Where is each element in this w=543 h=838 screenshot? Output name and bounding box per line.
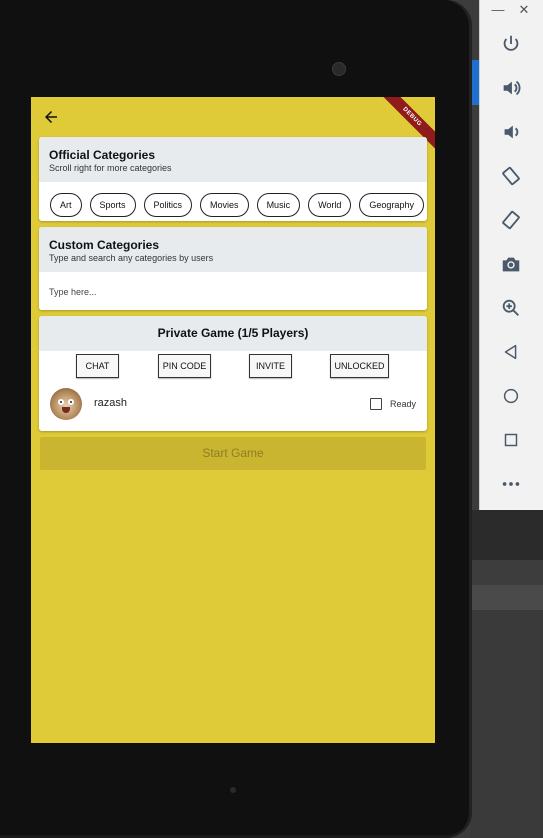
device-microphone <box>230 787 236 793</box>
rotate-left-icon <box>502 166 520 186</box>
volume-up-icon <box>503 80 521 96</box>
player-row: razash Ready <box>39 381 427 431</box>
arrow-left-icon <box>45 111 57 123</box>
more-button[interactable] <box>497 470 525 498</box>
minimize-icon[interactable]: — <box>490 2 506 17</box>
screenshot-button[interactable] <box>497 250 525 278</box>
unlocked-button[interactable]: UNLOCKED <box>330 354 389 378</box>
custom-category-search-input[interactable] <box>39 272 427 310</box>
close-icon[interactable]: ✕ <box>516 2 532 18</box>
overview-icon <box>504 433 518 447</box>
category-chip-music[interactable]: Music <box>256 193 301 217</box>
app-screen: DEBUG Official Categories Scroll right f… <box>31 97 435 743</box>
category-chip-art[interactable]: Art <box>50 193 82 217</box>
power-icon <box>503 35 519 51</box>
category-chip-world[interactable]: World <box>308 193 352 217</box>
invite-button[interactable]: INVITE <box>249 354 292 378</box>
rotate-right-button[interactable] <box>497 206 525 234</box>
pin-code-button[interactable]: PIN CODE <box>158 354 211 378</box>
back-arrow-button[interactable] <box>39 105 63 129</box>
category-chip-politics[interactable]: Politics <box>143 193 193 217</box>
camera-icon <box>502 257 520 272</box>
emulator-window: DEBUG Official Categories Scroll right f… <box>0 0 543 838</box>
overview-nav-button[interactable] <box>497 426 525 454</box>
custom-categories-header: Custom Categories Type and search any ca… <box>39 227 427 272</box>
back-icon <box>504 344 517 360</box>
power-button[interactable] <box>497 30 525 58</box>
rotate-left-button[interactable] <box>497 162 525 190</box>
host-desktop-area <box>470 510 543 560</box>
official-categories-title: Official Categories <box>49 148 156 162</box>
category-chip-movies[interactable]: Movies <box>200 193 249 217</box>
private-game-actions: CHAT PIN CODE INVITE UNLOCKED <box>39 351 427 381</box>
host-desktop-bar <box>470 560 543 585</box>
volume-down-icon <box>504 125 519 139</box>
avatar-eye <box>68 399 74 405</box>
device-frame: DEBUG Official Categories Scroll right f… <box>0 0 472 838</box>
official-categories-subtitle: Scroll right for more categories <box>49 163 172 173</box>
volume-down-button[interactable] <box>497 118 525 146</box>
chat-button[interactable]: CHAT <box>76 354 119 378</box>
category-chip-list[interactable]: Art Sports Politics Movies Music World G… <box>39 182 427 217</box>
custom-categories-card: Custom Categories Type and search any ca… <box>39 227 427 310</box>
host-desktop-area <box>470 610 543 838</box>
category-chip-geography[interactable]: Geography <box>359 193 424 217</box>
player-avatar <box>50 388 82 420</box>
zoom-icon <box>502 299 519 316</box>
private-game-card: Private Game (1/5 Players) CHAT PIN CODE… <box>39 316 427 431</box>
front-camera <box>332 62 346 76</box>
official-categories-card: Official Categories Scroll right for mor… <box>39 137 427 221</box>
more-icon <box>502 482 520 486</box>
home-nav-button[interactable] <box>497 382 525 410</box>
player-name: razash <box>94 397 128 409</box>
back-nav-button[interactable] <box>497 338 525 366</box>
custom-categories-title: Custom Categories <box>49 238 160 252</box>
rotate-right-icon <box>502 210 520 230</box>
official-categories-header: Official Categories Scroll right for mor… <box>39 137 427 182</box>
ready-label: Ready <box>390 399 417 409</box>
avatar-eye <box>58 399 64 405</box>
start-game-button[interactable]: Start Game <box>40 437 426 470</box>
host-desktop-bar <box>470 585 543 610</box>
avatar-mouth <box>62 407 70 413</box>
custom-categories-subtitle: Type and search any categories by users <box>49 253 214 263</box>
home-icon <box>503 388 519 404</box>
volume-up-button[interactable] <box>497 74 525 102</box>
private-game-title: Private Game (1/5 Players) <box>39 316 427 351</box>
emulator-toolbar: — ✕ <box>479 0 543 510</box>
category-chip-sports[interactable]: Sports <box>89 193 136 217</box>
ready-checkbox[interactable] <box>370 398 382 410</box>
zoom-button[interactable] <box>497 294 525 322</box>
